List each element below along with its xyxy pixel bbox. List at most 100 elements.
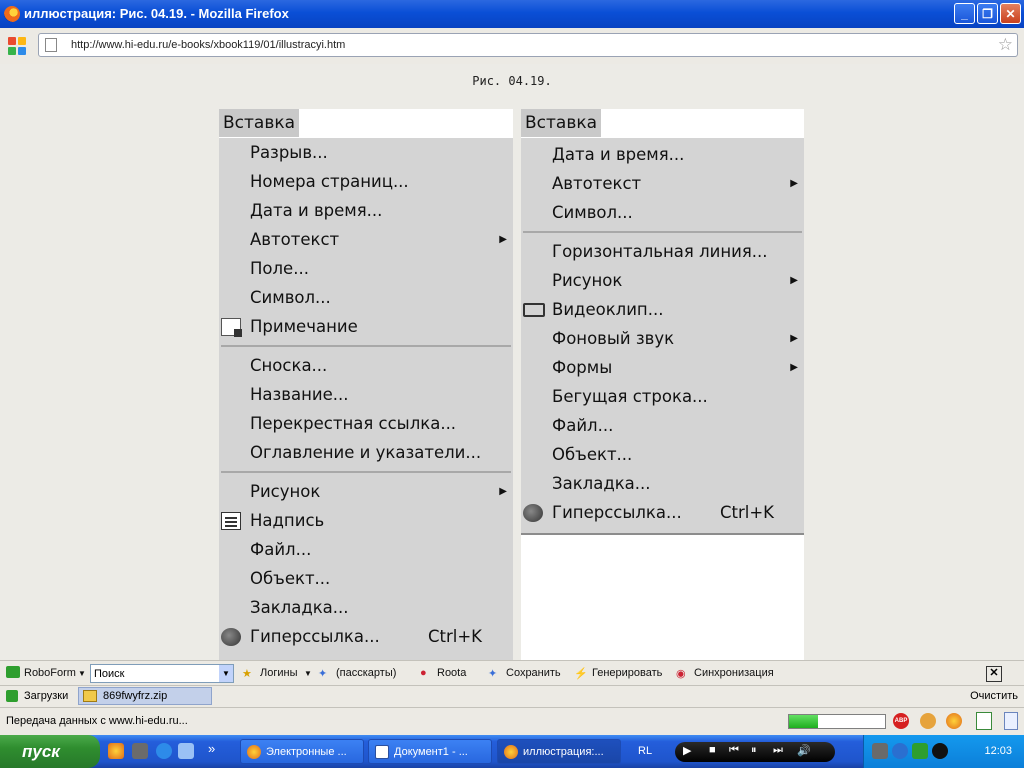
menu-item[interactable]: Разрыв...: [219, 138, 513, 167]
taskbar-button[interactable]: Документ1 - ...: [368, 739, 492, 764]
menu-item-label: Формы: [552, 358, 613, 377]
generate-button[interactable]: Генерировать: [592, 667, 662, 679]
taskbar-button[interactable]: иллюстрация:...: [497, 739, 621, 764]
menu-item-label: Файл...: [552, 416, 614, 435]
menu-item[interactable]: Гиперссылка... Ctrl+K: [521, 498, 804, 527]
maximize-button[interactable]: ❐: [977, 3, 998, 24]
menu-item[interactable]: Надпись: [219, 506, 513, 535]
next-icon[interactable]: ⏭: [773, 744, 783, 757]
menu-item[interactable]: Закладка...: [521, 469, 804, 498]
tray-media-icon[interactable]: [932, 743, 948, 759]
menu-item[interactable]: Файл...: [219, 535, 513, 564]
menu-item[interactable]: Дата и время...: [219, 196, 513, 225]
logins-dropdown-icon[interactable]: ▼: [304, 669, 312, 678]
roota-icon: ●: [420, 667, 427, 679]
minimize-button[interactable]: _: [954, 3, 975, 24]
menu-item[interactable]: Символ...: [219, 283, 513, 312]
url-text[interactable]: http://www.hi-edu.ru/e-books/xbook119/01…: [71, 39, 345, 51]
pause-icon[interactable]: ⏸: [751, 744, 757, 757]
menu-item[interactable]: Поле...: [219, 254, 513, 283]
video-icon: [523, 303, 545, 317]
quicklaunch-ie-icon[interactable]: [156, 743, 172, 759]
save-icon: ✦: [488, 668, 498, 680]
menu-item[interactable]: Дата и время...: [521, 140, 804, 169]
status-bar: Передача данных с www.hi-edu.ru... ABP: [0, 707, 1024, 736]
download-item[interactable]: 869fwyfrz.zip: [78, 687, 212, 705]
menu-item[interactable]: Сноска...: [219, 351, 513, 380]
menu-item-label: Рисунок: [552, 271, 623, 290]
status-text: Передача данных с www.hi-edu.ru...: [6, 715, 188, 727]
roota-button[interactable]: Roota: [437, 667, 466, 679]
apps-grid-icon[interactable]: [8, 37, 26, 55]
firefox-icon: [4, 6, 20, 22]
menu-item[interactable]: Объект...: [219, 564, 513, 593]
menu-item[interactable]: Рисунок ▶: [219, 477, 513, 506]
menu-item-label: Автотекст: [552, 174, 642, 193]
search-dropdown-icon[interactable]: ▼: [219, 665, 233, 682]
menu-item[interactable]: Символ...: [521, 198, 804, 227]
save-button[interactable]: Сохранить: [506, 667, 561, 679]
figure-caption: Рис. 04.19.: [472, 74, 552, 88]
address-bar[interactable]: http://www.hi-edu.ru/e-books/xbook119/01…: [38, 33, 1018, 57]
firefox-addon-icon[interactable]: [946, 713, 962, 729]
submenu-arrow-icon: ▶: [790, 178, 798, 189]
menu-item[interactable]: Файл...: [521, 411, 804, 440]
close-button[interactable]: ✕: [1000, 3, 1021, 24]
menu-item-label: Примечание: [250, 317, 358, 336]
previous-icon[interactable]: ⏮: [729, 744, 739, 757]
addon-face-icon[interactable]: [920, 713, 936, 729]
logins-button[interactable]: Логины: [260, 667, 297, 679]
tray-roboform-icon[interactable]: [912, 743, 928, 759]
menu-item[interactable]: Автотекст ▶: [219, 225, 513, 254]
menu-item[interactable]: Примечание: [219, 312, 513, 341]
quicklaunch-more-icon[interactable]: »: [208, 741, 215, 756]
downloads-label[interactable]: Загрузки: [24, 690, 68, 702]
menu-title: Вставка: [521, 109, 602, 137]
menu-item[interactable]: Объект...: [521, 440, 804, 469]
menu-item[interactable]: Закладка...: [219, 593, 513, 622]
passcards-button[interactable]: (пасскарты): [336, 667, 396, 679]
menu-item[interactable]: Гиперссылка... Ctrl+K: [219, 622, 513, 651]
notes-icon[interactable]: [1004, 712, 1018, 730]
menu-item[interactable]: Рисунок ▶: [521, 266, 804, 295]
quicklaunch-app-icon[interactable]: [132, 743, 148, 759]
bookmark-star-icon[interactable]: ☆: [998, 35, 1013, 55]
clear-downloads-button[interactable]: Очистить: [970, 690, 1018, 702]
adblock-icon[interactable]: ABP: [893, 713, 909, 729]
menu-item[interactable]: Формы ▶: [521, 353, 804, 382]
menu-item[interactable]: Перекрестная ссылка...: [219, 409, 513, 438]
search-value: Поиск: [94, 668, 125, 680]
page-content: Рис. 04.19. Вставка Разрыв... Номера стра…: [0, 64, 1024, 660]
roboform-dropdown-icon[interactable]: ▼: [78, 669, 86, 678]
menu-separator: [219, 341, 513, 351]
menu-item[interactable]: Номера страниц...: [219, 167, 513, 196]
tray-app-icon[interactable]: [892, 743, 908, 759]
generate-icon: ⚡: [574, 668, 588, 680]
language-indicator[interactable]: RL: [638, 745, 652, 757]
menu-item[interactable]: Название...: [219, 380, 513, 409]
menu-item[interactable]: Оглавление и указатели...: [219, 438, 513, 467]
play-icon[interactable]: ▶: [683, 744, 691, 757]
roboform-menu[interactable]: RoboForm: [24, 667, 76, 679]
word-document-icon: [375, 745, 389, 760]
quicklaunch-desktop-icon[interactable]: [178, 743, 194, 759]
downloads-icon: [6, 690, 18, 702]
sync-button[interactable]: Синхронизация: [694, 667, 774, 679]
menu-panel: Дата и время... Автотекст ▶ Символ... Горизо…: [521, 138, 804, 535]
toolbar-close-icon[interactable]: ✕: [986, 666, 1002, 682]
stop-icon[interactable]: ■: [709, 744, 716, 756]
menu-item[interactable]: Горизонтальная линия...: [521, 237, 804, 266]
menu-item[interactable]: Фоновый звук ▶: [521, 324, 804, 353]
menu-separator: [219, 467, 513, 477]
taskbar-button[interactable]: Электронные ...: [240, 739, 364, 764]
search-input[interactable]: Поиск ▼: [90, 664, 234, 683]
menu-item[interactable]: Видеоклип...: [521, 295, 804, 324]
menu-item[interactable]: Бегущая строка...: [521, 382, 804, 411]
quicklaunch-firefox-icon[interactable]: [108, 743, 124, 759]
start-button[interactable]: пуск: [0, 735, 100, 768]
tray-network-icon[interactable]: [872, 743, 888, 759]
volume-icon[interactable]: 🔊: [797, 744, 811, 757]
task-label: Электронные ...: [266, 746, 347, 758]
page-tools-icon[interactable]: [976, 712, 992, 730]
menu-item[interactable]: Автотекст ▶: [521, 169, 804, 198]
